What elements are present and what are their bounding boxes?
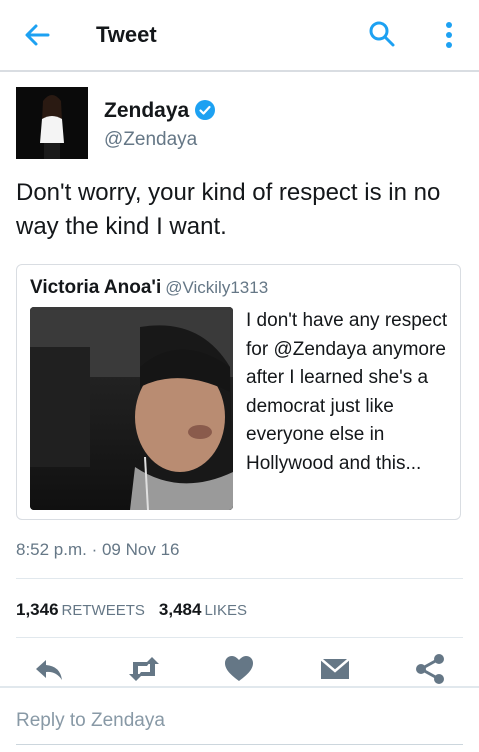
divider — [16, 578, 463, 579]
retweet-icon[interactable] — [127, 652, 161, 686]
retweets-count[interactable]: 1,346 — [16, 600, 59, 619]
back-arrow-icon[interactable] — [22, 20, 52, 50]
reply-input[interactable]: Reply to Zendaya — [16, 710, 165, 732]
tweet-timestamp: 8:52 p.m. · 09 Nov 16 — [16, 540, 180, 559]
more-vertical-icon[interactable] — [441, 20, 457, 50]
like-icon[interactable] — [222, 652, 256, 686]
likes-count[interactable]: 3,484 — [159, 600, 202, 619]
share-icon[interactable] — [413, 652, 447, 686]
quoted-media-thumbnail[interactable] — [30, 307, 233, 510]
action-bar — [0, 652, 479, 686]
author-handle[interactable]: @Zendaya — [104, 129, 197, 151]
page-title: Tweet — [96, 22, 157, 47]
avatar[interactable] — [16, 87, 88, 159]
tweet-text: Don't worry, your kind of respect is in … — [16, 179, 441, 240]
reply-bar: Reply to Zendaya — [0, 686, 479, 752]
app-bar: Tweet — [0, 0, 479, 72]
quoted-tweet-text: I don't have any respect for @Zendaya an… — [246, 310, 448, 474]
quoted-tweet[interactable]: Victoria Anoa'i @Vickily1313 I don't have… — [16, 264, 461, 520]
tweet-author: Zendaya @Zendaya — [16, 87, 466, 162]
divider — [16, 637, 463, 638]
author-name[interactable]: Zendaya — [104, 99, 189, 122]
quoted-author-name: Victoria Anoa'i — [30, 277, 162, 298]
verified-badge-icon — [195, 100, 216, 120]
likes-label[interactable]: LIKES — [204, 602, 247, 619]
tweet-stats: 1,346 RETWEETS 3,484 LIKES — [16, 600, 247, 620]
reply-input-underline — [16, 744, 463, 745]
search-icon[interactable] — [368, 20, 396, 48]
retweets-label[interactable]: RETWEETS — [62, 602, 145, 619]
reply-icon[interactable] — [32, 652, 66, 686]
message-icon[interactable] — [318, 652, 352, 686]
quoted-author-handle: @Vickily1313 — [165, 278, 269, 297]
